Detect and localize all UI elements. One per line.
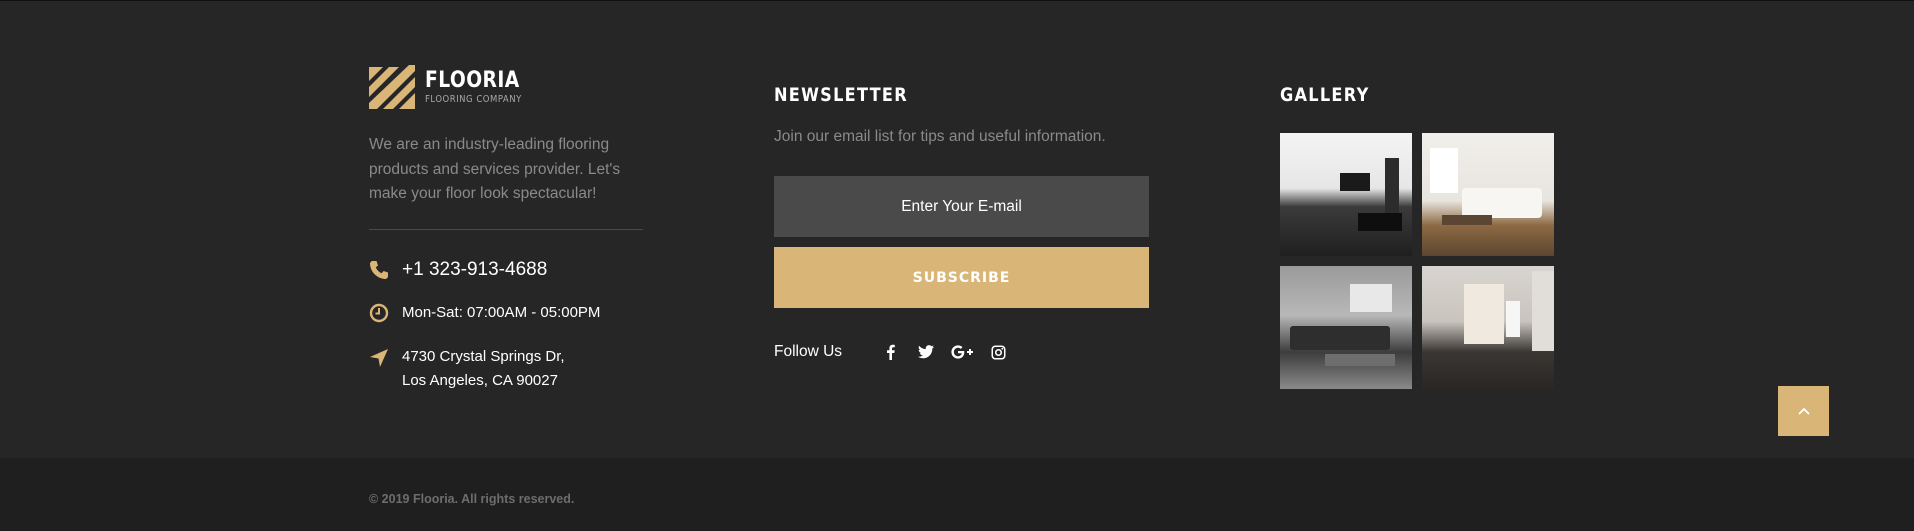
brand-column: FLOORIA FLOORING COMPANY We are an indus… <box>369 65 644 230</box>
phone-icon <box>370 261 388 279</box>
newsletter-heading: NEWSLETTER <box>774 84 908 106</box>
divider <box>369 228 643 230</box>
newsletter-description: Join our email list for tips and useful … <box>774 128 1106 145</box>
gallery-image-grey-sectional[interactable] <box>1280 266 1412 389</box>
social-links <box>872 342 1016 362</box>
email-input[interactable] <box>774 176 1149 237</box>
instagram-icon[interactable] <box>980 342 1016 362</box>
logo-icon <box>369 65 415 109</box>
about-text: We are an industry-leading flooring prod… <box>369 136 621 202</box>
subscribe-button[interactable]: SUBSCRIBE <box>774 247 1149 308</box>
chevron-up-icon <box>1797 407 1810 415</box>
gallery-image-living-room-dark-floor[interactable] <box>1280 133 1412 256</box>
phone-number[interactable]: +1 323-913-4688 <box>402 258 547 282</box>
brand-tagline: FLOORING COMPANY <box>425 94 522 105</box>
twitter-icon[interactable] <box>908 342 944 362</box>
location-arrow-icon <box>370 349 388 367</box>
follow-us: Follow Us <box>774 342 1016 362</box>
gallery-column: GALLERY <box>1280 84 1554 389</box>
back-to-top-button[interactable] <box>1778 386 1829 436</box>
facebook-icon[interactable] <box>872 342 908 362</box>
brand-name: FLOORIA <box>425 68 520 93</box>
clock-icon <box>369 303 389 323</box>
address-line-1: 4730 Crystal Springs Dr, <box>402 348 565 365</box>
gallery-image-white-sofa[interactable] <box>1422 133 1554 256</box>
gallery-image-hallway-dark-floor[interactable] <box>1422 266 1554 389</box>
newsletter-column: NEWSLETTER Join our email list for tips … <box>774 84 1149 360</box>
google-plus-icon[interactable] <box>944 342 980 362</box>
address-line-2: Los Angeles, CA 90027 <box>402 372 558 389</box>
follow-us-label: Follow Us <box>774 343 843 360</box>
footer-bottom-bar <box>0 458 1914 531</box>
logo[interactable]: FLOORIA FLOORING COMPANY <box>369 65 644 111</box>
copyright-text: © 2019 Flooria. All rights reserved. <box>369 492 575 506</box>
gallery-grid <box>1280 133 1554 389</box>
opening-hours: Mon-Sat: 07:00AM - 05:00PM <box>402 304 601 321</box>
gallery-heading: GALLERY <box>1280 84 1370 106</box>
address: 4730 Crystal Springs Dr, Los Angeles, CA… <box>402 345 642 393</box>
